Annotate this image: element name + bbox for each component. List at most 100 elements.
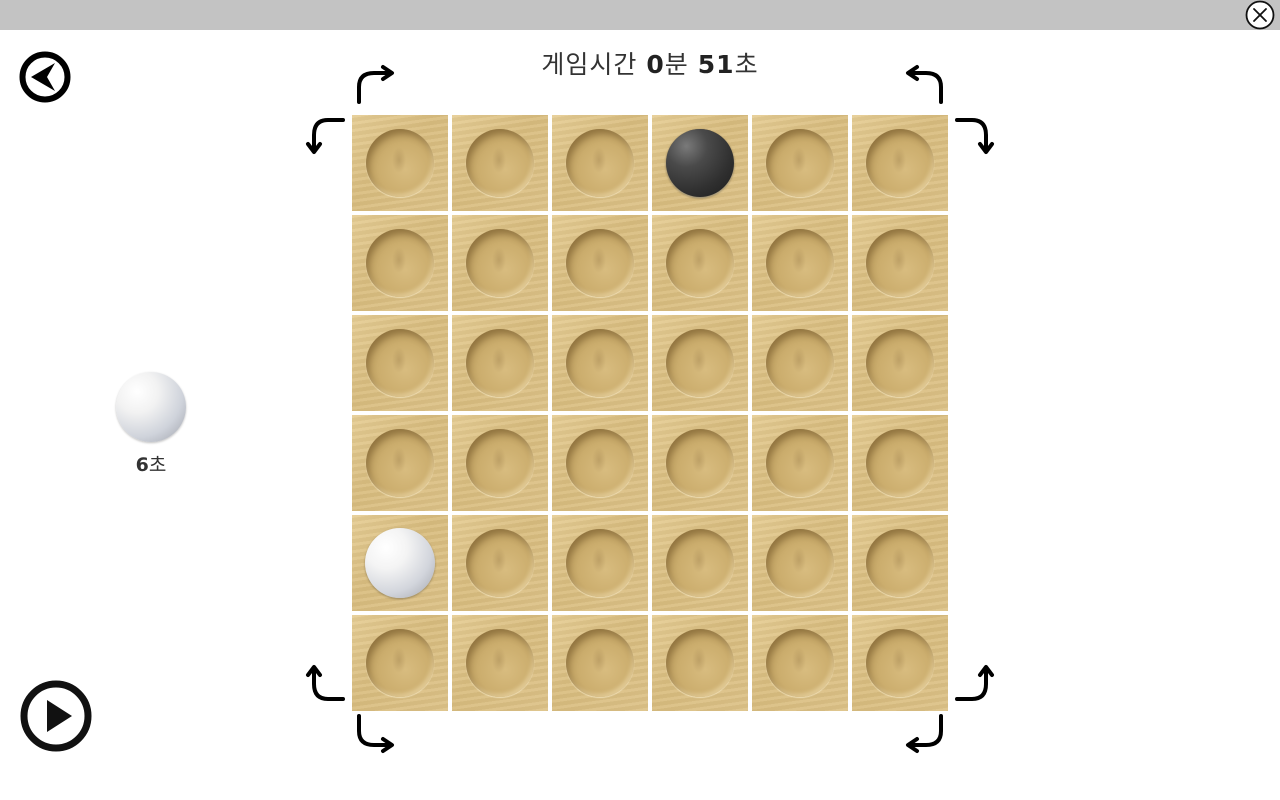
board-cell-tile xyxy=(452,115,548,211)
board-cell[interactable] xyxy=(850,513,950,613)
board-cell[interactable] xyxy=(750,513,850,613)
rotate-bottom-left-clockwise-button[interactable] xyxy=(300,658,350,708)
board-hole xyxy=(766,429,834,497)
board-cell-tile xyxy=(352,415,448,511)
board-cell[interactable] xyxy=(850,213,950,313)
game-time: 게임시간 0분 51초 xyxy=(450,45,850,81)
turn-timer-value: 6 xyxy=(135,454,149,476)
board-cell[interactable] xyxy=(750,313,850,413)
board-cell[interactable] xyxy=(450,313,550,413)
board-cell-tile xyxy=(852,615,948,711)
board-hole xyxy=(666,229,734,297)
board-cell[interactable] xyxy=(550,313,650,413)
board-cell[interactable] xyxy=(350,413,450,513)
board-cell[interactable] xyxy=(650,513,750,613)
board-cell[interactable] xyxy=(650,613,750,713)
board-hole xyxy=(666,529,734,597)
rotate-right-arrow-icon xyxy=(357,714,394,753)
board-hole xyxy=(466,629,534,697)
board-hole xyxy=(766,329,834,397)
board-cell[interactable] xyxy=(550,513,650,613)
board-cell[interactable] xyxy=(850,413,950,513)
board-cell[interactable] xyxy=(350,213,450,313)
board-cell[interactable] xyxy=(450,613,550,713)
board-hole xyxy=(366,429,434,497)
rotate-top-left-clockwise-button[interactable] xyxy=(351,60,401,110)
board-cell[interactable] xyxy=(550,213,650,313)
board-cell[interactable] xyxy=(450,113,550,213)
board-hole xyxy=(566,529,634,597)
board-cell[interactable] xyxy=(850,613,950,713)
board-cell[interactable] xyxy=(750,213,850,313)
board-cell[interactable] xyxy=(550,413,650,513)
rotate-top-right-counterclockwise-button[interactable] xyxy=(899,60,949,110)
back-button[interactable] xyxy=(19,51,71,103)
board-hole xyxy=(466,229,534,297)
play-button[interactable] xyxy=(19,679,94,754)
board-cell-tile xyxy=(452,415,548,511)
rotate-left-arrow-icon xyxy=(906,714,943,753)
board-hole xyxy=(466,329,534,397)
board-cell-tile xyxy=(752,115,848,211)
board-hole xyxy=(766,629,834,697)
board-cell[interactable] xyxy=(350,113,450,213)
board-hole xyxy=(366,629,434,697)
board-cell[interactable] xyxy=(750,413,850,513)
board-cell-tile xyxy=(552,615,648,711)
board-cell-tile xyxy=(852,215,948,311)
board-cell-tile xyxy=(452,615,548,711)
board-hole xyxy=(466,429,534,497)
rotate-bottom-right-counterclockwise-button[interactable] xyxy=(950,658,1000,708)
board-cell[interactable] xyxy=(750,113,850,213)
board-cell-tile xyxy=(352,215,448,311)
board-hole xyxy=(866,229,934,297)
board-cell[interactable] xyxy=(650,113,750,213)
board-cell-tile xyxy=(652,415,748,511)
board-cell[interactable] xyxy=(850,113,950,213)
board-cell[interactable] xyxy=(750,613,850,713)
board-cell-tile xyxy=(552,515,648,611)
board-hole xyxy=(666,429,734,497)
close-button[interactable] xyxy=(1244,0,1276,32)
board-cell[interactable] xyxy=(450,413,550,513)
board-cell[interactable] xyxy=(650,213,750,313)
board-cell[interactable] xyxy=(550,113,650,213)
board-cell-tile xyxy=(552,315,648,411)
turn-panel: 6초 xyxy=(100,372,202,477)
rotate-bottom-left-counterclockwise-button[interactable] xyxy=(351,708,401,758)
board-cell-tile xyxy=(552,415,648,511)
board-hole xyxy=(566,629,634,697)
rotate-up-arrow-icon xyxy=(955,665,994,701)
board-cell[interactable] xyxy=(850,313,950,413)
board-cell[interactable] xyxy=(650,313,750,413)
board-cell[interactable] xyxy=(350,313,450,413)
board-cell-tile xyxy=(652,615,748,711)
board-hole xyxy=(766,529,834,597)
board-hole xyxy=(366,229,434,297)
board-hole xyxy=(866,429,934,497)
board-cell-tile xyxy=(452,515,548,611)
board-hole xyxy=(866,129,934,197)
rotate-down-arrow-icon xyxy=(306,118,345,154)
current-turn-stone xyxy=(116,372,186,442)
board-hole xyxy=(366,129,434,197)
board-cell-tile xyxy=(552,115,648,211)
board-cell[interactable] xyxy=(350,513,450,613)
board-cell[interactable] xyxy=(650,413,750,513)
rotate-bottom-right-clockwise-button[interactable] xyxy=(899,708,949,758)
board-hole xyxy=(566,229,634,297)
rotate-down-arrow-icon xyxy=(955,118,994,154)
board-cell-tile xyxy=(352,115,448,211)
close-icon xyxy=(1245,0,1275,30)
rotate-top-right-clockwise-button[interactable] xyxy=(950,107,1000,157)
board-cell[interactable] xyxy=(450,513,550,613)
board-cell[interactable] xyxy=(350,613,450,713)
board-cell[interactable] xyxy=(450,213,550,313)
board-hole xyxy=(566,429,634,497)
board-hole xyxy=(666,629,734,697)
board-cell-tile xyxy=(852,515,948,611)
white-stone xyxy=(365,528,435,598)
board-cell[interactable] xyxy=(550,613,650,713)
board-cell-tile xyxy=(552,215,648,311)
rotate-top-left-counterclockwise-button[interactable] xyxy=(300,107,350,157)
